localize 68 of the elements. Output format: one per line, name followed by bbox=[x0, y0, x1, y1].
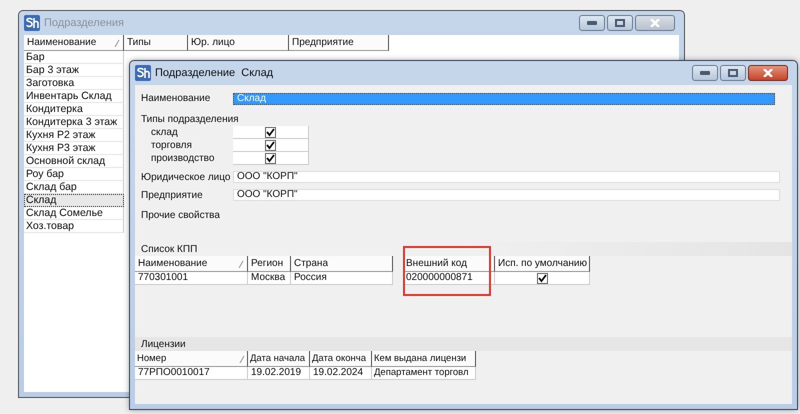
column-header[interactable]: Исп. по умолчанию bbox=[495, 256, 590, 272]
column-header[interactable]: Наименование bbox=[24, 35, 124, 51]
minimize-icon bbox=[700, 71, 710, 75]
maximize-icon bbox=[615, 19, 625, 27]
list-item[interactable]: Заготовка bbox=[24, 77, 124, 90]
list-item[interactable]: Кухня Р2 этаж bbox=[24, 129, 124, 142]
column-header[interactable]: Внешний код bbox=[403, 256, 495, 272]
minimize-button[interactable] bbox=[692, 65, 718, 81]
table-cell: Россия bbox=[291, 272, 393, 285]
column-header[interactable]: Типы bbox=[124, 35, 188, 51]
column-header[interactable]: Наименование bbox=[135, 256, 248, 272]
window-title: Подразделения bbox=[44, 17, 124, 29]
list-item[interactable]: Кондитерка 3 этаж bbox=[24, 116, 124, 129]
enterprise-field[interactable]: ООО "КОРП" bbox=[233, 189, 780, 201]
close-button[interactable] bbox=[748, 65, 788, 81]
list-item[interactable]: Кондитерка bbox=[24, 103, 124, 116]
window-title: Подразделение Склад bbox=[155, 67, 274, 79]
sort-icon bbox=[114, 38, 120, 46]
list-item[interactable]: Кухня Р3 этаж bbox=[24, 142, 124, 155]
checkbox-label: торговля bbox=[150, 139, 193, 152]
field-label: Юридическое лицо bbox=[141, 172, 232, 182]
column-header[interactable]: Дата оконча bbox=[310, 351, 372, 367]
list-item[interactable]: Бар bbox=[24, 51, 124, 64]
table-cell: 77РПО0010017 bbox=[135, 367, 248, 380]
sort-icon bbox=[239, 354, 245, 362]
table-cell: Москва bbox=[248, 272, 291, 285]
sort-icon bbox=[238, 260, 244, 268]
list-item[interactable]: Инвентарь Склад bbox=[24, 90, 124, 103]
column-header[interactable]: Юр. лицо bbox=[188, 35, 289, 51]
table-cell: 19.02.2024 bbox=[310, 367, 372, 380]
legal-entity-field[interactable]: ООО "КОРП" bbox=[233, 171, 780, 183]
close-icon bbox=[763, 69, 773, 77]
field-label: Наименование bbox=[141, 93, 212, 104]
minimize-button[interactable] bbox=[579, 15, 605, 31]
list-item[interactable]: Склад bbox=[24, 194, 124, 207]
table-cell: 020000000871 bbox=[403, 272, 495, 285]
list-item[interactable]: Хоз.товар bbox=[24, 220, 124, 233]
section-header: Лицензии bbox=[135, 337, 792, 351]
checkbox-label: склад bbox=[150, 126, 179, 139]
table-cell: 19.02.2019 bbox=[248, 367, 310, 380]
checkbox-label: производство bbox=[150, 152, 216, 165]
section-label: Прочие свойства bbox=[141, 210, 221, 222]
checkbox[interactable] bbox=[265, 126, 276, 138]
maximize-button[interactable] bbox=[720, 65, 746, 81]
close-icon bbox=[650, 19, 660, 27]
checkbox[interactable] bbox=[536, 272, 548, 284]
column-header[interactable]: Дата начала bbox=[248, 351, 310, 367]
column-header[interactable]: Регион bbox=[248, 256, 291, 272]
list-item[interactable]: Склад Сомелье bbox=[24, 207, 124, 220]
list-item[interactable]: Основной склад bbox=[24, 155, 124, 168]
column-header[interactable]: Страна bbox=[291, 256, 393, 272]
checkbox[interactable] bbox=[265, 152, 276, 164]
close-button[interactable] bbox=[635, 15, 675, 31]
app-logo-icon bbox=[24, 15, 40, 31]
minimize-icon bbox=[587, 21, 597, 25]
table-cell: 770301001 bbox=[135, 272, 248, 285]
column-header[interactable]: Кем выдана лицензи bbox=[372, 351, 476, 367]
column-header[interactable]: Номер bbox=[135, 351, 248, 367]
table-cell: Департамент торговл bbox=[372, 367, 476, 380]
maximize-icon bbox=[728, 69, 738, 77]
list-item[interactable]: Роу бар bbox=[24, 168, 124, 181]
column-header[interactable]: Предприятие bbox=[289, 35, 389, 51]
section-label: Типы подразделения bbox=[141, 114, 240, 126]
checkbox[interactable] bbox=[265, 140, 276, 150]
app-logo-icon bbox=[135, 65, 151, 81]
list-item[interactable]: Бар 3 этаж bbox=[24, 64, 124, 77]
field-label: Предприятие bbox=[141, 190, 204, 200]
maximize-button[interactable] bbox=[607, 15, 633, 31]
